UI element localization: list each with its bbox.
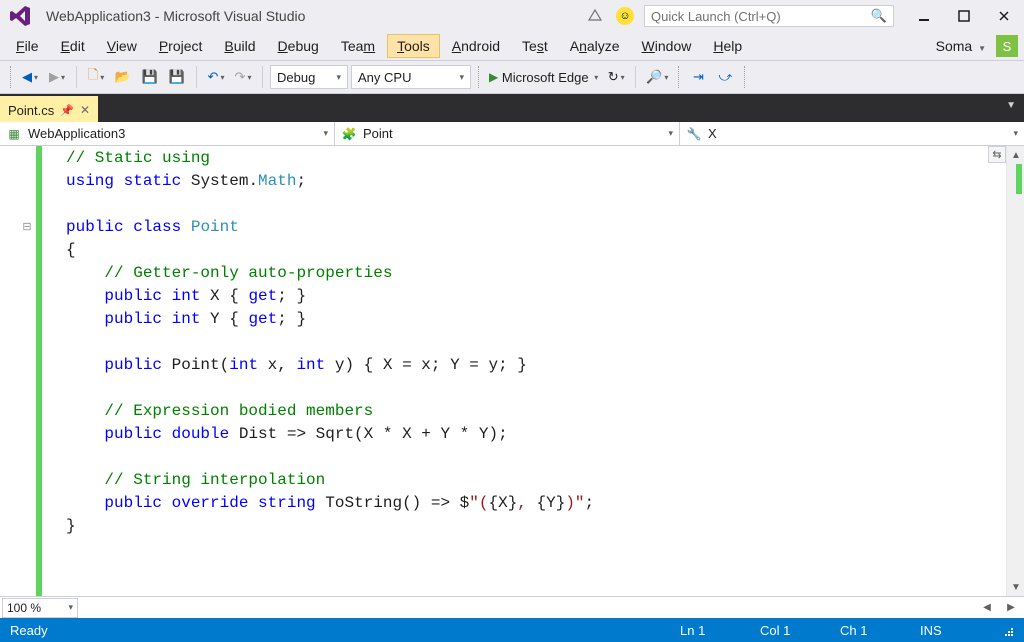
document-tab-well: Point.cs 📌 ✕ ▼	[0, 94, 1024, 122]
menu-tools[interactable]: Tools	[387, 34, 440, 58]
standard-toolbar: ◀▾ ▶▾ 🗋▾ 📂 💾 💾 ↶▾ ↷▾ Debug▾ Any CPU▾ ▶ M…	[0, 60, 1024, 94]
tab-overflow-button[interactable]: ▼	[1006, 100, 1016, 111]
class-icon: 🧩	[341, 126, 357, 142]
status-char: Ch 1	[840, 623, 890, 638]
hscroll-right-icon[interactable]: ▶	[1002, 599, 1020, 617]
solution-platform-dropdown[interactable]: Any CPU▾	[351, 65, 471, 89]
save-button[interactable]: 💾	[138, 65, 162, 89]
maximize-button[interactable]	[952, 4, 976, 28]
wrench-icon: 🔧	[686, 126, 702, 142]
quick-launch-placeholder: Quick Launch (Ctrl+Q)	[651, 9, 871, 24]
new-project-button[interactable]: 🗋▾	[84, 65, 108, 89]
start-debugging-button[interactable]: ▶ Microsoft Edge ▾	[486, 65, 601, 89]
menu-view[interactable]: View	[97, 34, 147, 58]
change-tracking-bar	[36, 146, 42, 596]
scroll-down-icon[interactable]: ▼	[1007, 578, 1024, 596]
file-tab-label: Point.cs	[8, 103, 54, 118]
quick-launch-input[interactable]: Quick Launch (Ctrl+Q) 🔍	[644, 5, 894, 27]
minimize-button[interactable]	[912, 4, 936, 28]
member-selector[interactable]: 🔧 X▾	[680, 122, 1024, 145]
close-button[interactable]	[992, 4, 1016, 28]
redo-button[interactable]: ↷▾	[231, 65, 255, 89]
class-selector[interactable]: 🧩 Point▾	[335, 122, 680, 145]
window-title: WebApplication3 - Microsoft Visual Studi…	[46, 8, 305, 24]
menu-help[interactable]: Help	[703, 34, 752, 58]
search-icon: 🔍	[871, 8, 887, 24]
code-editor[interactable]: ⊟ // Static using using static System.Ma…	[0, 146, 1024, 596]
vertical-scrollbar[interactable]: ▲ ▼	[1006, 146, 1024, 596]
scrollbar-change-marker	[1016, 164, 1022, 194]
toolbar-step-into-icon[interactable]: ⇥	[686, 65, 710, 89]
menu-build[interactable]: Build	[214, 34, 265, 58]
menu-project[interactable]: Project	[149, 34, 213, 58]
feedback-smile-icon[interactable]: ☺	[614, 5, 636, 27]
file-tab-point-cs[interactable]: Point.cs 📌 ✕	[0, 96, 98, 122]
status-ready: Ready	[10, 623, 48, 638]
menu-android[interactable]: Android	[442, 34, 510, 58]
save-all-button[interactable]: 💾	[165, 65, 189, 89]
title-bar: WebApplication3 - Microsoft Visual Studi…	[0, 0, 1024, 32]
editor-footer-bar: 100 %▾ ◀ ▶	[0, 596, 1024, 618]
menu-debug[interactable]: Debug	[268, 34, 329, 58]
vs-logo-icon	[6, 2, 34, 30]
outlining-margin[interactable]: ⊟	[18, 146, 36, 596]
editor-gutter: ⊟	[0, 146, 58, 596]
status-ins: INS	[920, 623, 970, 638]
undo-button[interactable]: ↶▾	[204, 65, 228, 89]
csharp-project-icon: ▦	[6, 126, 22, 142]
split-editor-icon[interactable]: ⇆	[988, 146, 1006, 163]
menu-analyze[interactable]: Analyze	[560, 34, 630, 58]
scroll-up-icon[interactable]: ▲	[1007, 146, 1024, 164]
pin-icon[interactable]: 📌	[60, 104, 74, 117]
status-col: Col 1	[760, 623, 810, 638]
status-line: Ln 1	[680, 623, 730, 638]
menu-test[interactable]: Test	[512, 34, 558, 58]
status-bar: Ready Ln 1 Col 1 Ch 1 INS	[0, 618, 1024, 642]
menu-file[interactable]: File	[6, 34, 49, 58]
find-in-files-button[interactable]: 🔎▾	[643, 65, 671, 89]
toolbar-step-over-icon[interactable]: ⤻	[713, 65, 737, 89]
notifications-icon[interactable]	[584, 5, 606, 27]
user-avatar[interactable]: S	[996, 35, 1018, 57]
hscroll-left-icon[interactable]: ◀	[978, 599, 996, 617]
nav-back-button[interactable]: ◀▾	[18, 65, 42, 89]
resize-grip-icon[interactable]	[1000, 623, 1014, 637]
menu-window[interactable]: Window	[632, 34, 702, 58]
menu-edit[interactable]: Edit	[51, 34, 95, 58]
code-nav-bar: ▦ WebApplication3▾ 🧩 Point▾ 🔧 X▾	[0, 122, 1024, 146]
project-selector[interactable]: ▦ WebApplication3▾	[0, 122, 335, 145]
code-content[interactable]: // Static using using static System.Math…	[58, 146, 1006, 596]
open-file-button[interactable]: 📂	[111, 65, 135, 89]
menu-bar: File Edit View Project Build Debug Team …	[0, 32, 1024, 60]
nav-forward-button[interactable]: ▶▾	[45, 65, 69, 89]
browser-refresh-button[interactable]: ↻▾	[604, 65, 628, 89]
solution-config-dropdown[interactable]: Debug▾	[270, 65, 348, 89]
menu-team[interactable]: Team	[331, 34, 385, 58]
zoom-dropdown[interactable]: 100 %▾	[2, 598, 78, 618]
close-tab-icon[interactable]: ✕	[80, 103, 90, 117]
signed-in-user[interactable]: Soma ▼	[932, 38, 990, 54]
